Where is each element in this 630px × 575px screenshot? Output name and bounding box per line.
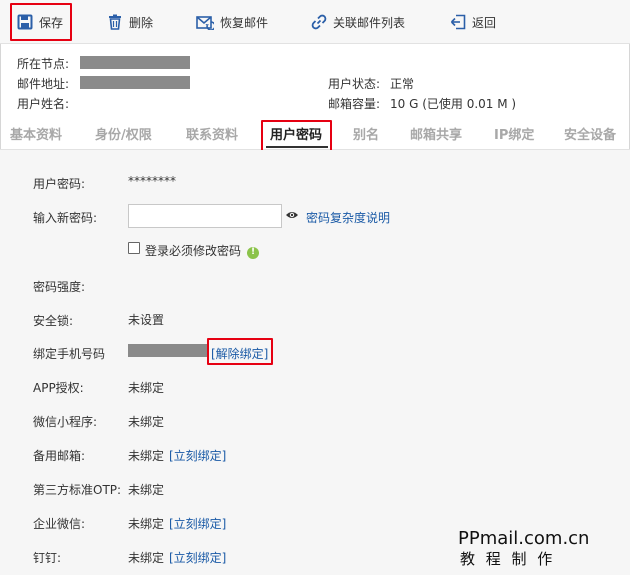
delete-button[interactable]: 删除 [107,10,153,34]
dingtalk-label: 钉钉: [33,551,62,565]
info-tip-icon[interactable]: ! [247,247,259,259]
settings-tabs: 基本资料 身份/权限 联系资料 用户密码 别名 邮箱共享 IP绑定 安全设备 [0,118,630,153]
toolbar: 保存 删除 恢复邮件 关联邮件列表 返回 [0,0,630,44]
tab-mailbox-share[interactable]: 邮箱共享 [410,124,462,143]
unbind-highlight-box [207,338,273,365]
restore-mail-label: 恢复邮件 [220,15,269,30]
force-change-label: 登录必须修改密码 [145,244,242,258]
password-strength-label: 密码强度: [33,280,86,294]
mailbox-capacity-value: 10 G (已使用 0.01 M ) [390,97,517,111]
restore-mail-icon [196,14,214,30]
security-lock-label: 安全锁: [33,314,74,328]
linked-mail-list-button[interactable]: 关联邮件列表 [311,10,405,34]
bind-dingtalk-link[interactable]: [立刻绑定] [169,549,226,566]
back-label: 返回 [472,15,497,30]
wechat-miniprogram-label: 微信小程序: [33,415,98,429]
app-authorization-value: 未绑定 [128,381,165,395]
email-address-label: 邮件地址: [17,77,70,91]
trash-icon [107,14,123,30]
watermark-caption: 教 程 制 作 [460,550,556,568]
password-complexity-link[interactable]: 密码复杂度说明 [306,209,390,226]
force-change-checkbox[interactable] [128,242,140,254]
tab-basic-info[interactable]: 基本资料 [10,124,62,143]
wecom-label: 企业微信: [33,517,86,531]
save-highlight-box [10,3,72,41]
current-password-value: ******** [128,174,176,188]
tab-contact-info[interactable]: 联系资料 [186,124,238,143]
show-password-eye-icon[interactable] [285,209,299,224]
bound-phone-label: 绑定手机号码 [33,347,106,361]
third-party-otp-label: 第三方标准OTP: [33,483,122,497]
tab-security-device[interactable]: 安全设备 [564,124,616,143]
new-password-label: 输入新密码: [33,211,98,225]
dingtalk-value: 未绑定 [128,551,165,565]
restore-mail-button[interactable]: 恢复邮件 [196,10,268,34]
bind-backup-email-link[interactable]: [立刻绑定] [169,447,226,464]
mailbox-capacity-label: 邮箱容量: [328,97,381,111]
username-label: 用户姓名: [17,97,70,111]
tab-ip-binding[interactable]: IP绑定 [494,124,534,143]
wechat-miniprogram-value: 未绑定 [128,415,165,429]
tab-identity-permission[interactable]: 身份/权限 [95,124,152,143]
delete-label: 删除 [129,15,154,30]
backup-email-label: 备用邮箱: [33,449,86,463]
third-party-otp-value: 未绑定 [128,483,165,497]
back-icon [450,14,466,30]
security-lock-value: 未设置 [128,313,165,327]
wecom-value: 未绑定 [128,517,165,531]
user-info-panel: 所在节点: 邮件地址: 用户姓名: 用户状态: 正常 邮箱容量: 10 G (已… [0,44,630,120]
user-status-label: 用户状态: [328,77,381,91]
bind-wecom-link[interactable]: [立刻绑定] [169,515,226,532]
phone-number-redacted [128,344,208,357]
backup-email-value: 未绑定 [128,449,165,463]
current-password-label: 用户密码: [33,177,86,191]
node-value-redacted [80,56,190,69]
link-icon [311,14,327,30]
watermark-site: PPmail.com.cn [458,528,590,549]
email-address-redacted [80,76,190,89]
password-tab-highlight-box [261,120,332,153]
node-label: 所在节点: [17,57,70,71]
back-button[interactable]: 返回 [450,10,496,34]
new-password-input[interactable] [128,204,282,228]
app-authorization-label: APP授权: [33,381,84,395]
user-status-value: 正常 [390,77,415,91]
tab-alias[interactable]: 别名 [353,124,379,143]
password-settings-panel: 用户密码: ******** 输入新密码: 密码复杂度说明 登录必须修改密码 !… [0,150,630,575]
linked-mail-list-label: 关联邮件列表 [333,15,406,30]
